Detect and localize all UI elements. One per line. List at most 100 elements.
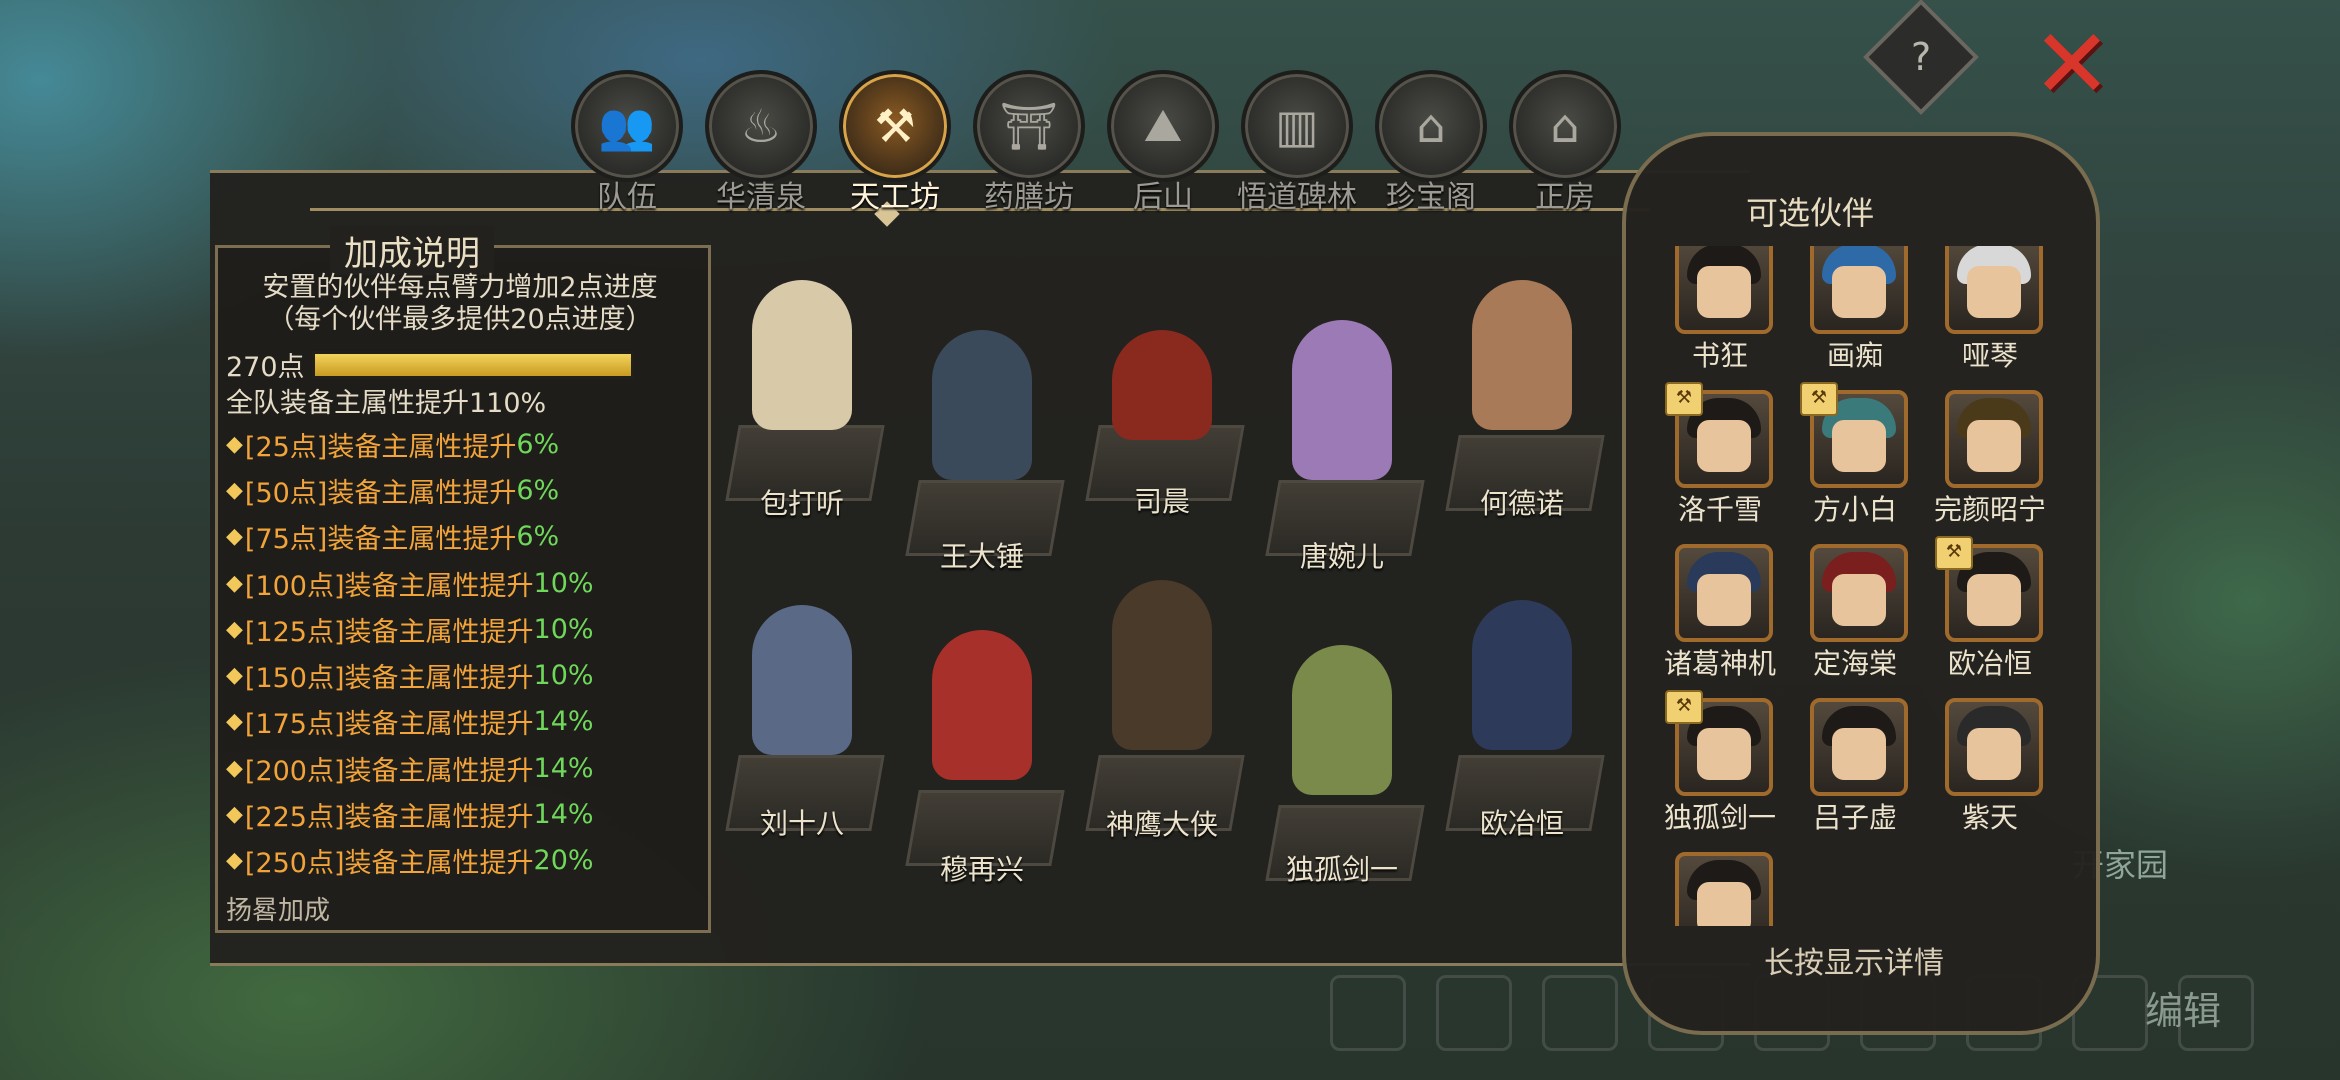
portrait-face [1832, 266, 1886, 318]
portrait-face [1967, 266, 2021, 318]
workshop-icon: ⚒ [839, 70, 951, 182]
tier-label: [175点]装备主属性提升 [244, 709, 534, 741]
tab-mountain[interactable]: ⛰ 后山 [1096, 70, 1230, 220]
character-sprite [1472, 600, 1572, 750]
tier-value: 10% [533, 567, 594, 599]
tier-value: 10% [533, 660, 594, 692]
tier-row: ◆ [50点]装备主属性提升 6% [226, 467, 594, 513]
portrait-face [1832, 728, 1886, 780]
partner-card[interactable]: 书狂 [1655, 246, 1785, 386]
partner-name: 定海棠 [1812, 647, 1897, 680]
portrait-face [1697, 266, 1751, 318]
partner-grid[interactable]: 书狂 画痴 哑琴 ⚒ 洛千雪 ⚒ 方小白 完颜昭宁 诸葛神机 定海棠 ⚒ 欧冶恒… [1645, 246, 2067, 926]
portrait-face [1697, 574, 1751, 626]
assigned-badge-icon: ⚒ [1935, 536, 1973, 570]
tier-value: 10% [533, 613, 594, 645]
partner-card[interactable]: ⚒ 欧冶恒 [1925, 536, 2055, 694]
tier-label: [125点]装备主属性提升 [244, 616, 534, 648]
tier-row: ◆ [100点]装备主属性提升 10% [226, 560, 594, 606]
blurred-slot [1542, 975, 1618, 1051]
blurred-slot [1436, 975, 1512, 1051]
partner-card[interactable]: 完颜昭宁 [1925, 390, 2055, 540]
slot-name: 司晨 [1133, 485, 1190, 518]
partner-card[interactable]: ⚒ 洛千雪 [1655, 382, 1785, 540]
partner-portrait [1810, 544, 1908, 642]
progress-fill [315, 354, 631, 376]
partner-name: 书狂 [1691, 339, 1748, 372]
portrait-face [1697, 882, 1751, 926]
workshop-slot[interactable]: 何德诺 [1432, 270, 1612, 520]
bonus-desc-line: （每个伙伴最多提供20点进度） [267, 304, 653, 335]
tab-label: 队伍 [597, 180, 657, 215]
portrait-face [1832, 420, 1886, 472]
partner-name: 完颜昭宁 [1933, 493, 2046, 526]
partner-card[interactable]: 紫天 [1925, 698, 2055, 848]
partner-portrait [1945, 390, 2043, 488]
partner-portrait [1810, 698, 1908, 796]
tab-spring[interactable]: ♨ 华清泉 [694, 70, 828, 220]
workshop-slot[interactable]: 包打听 [712, 260, 892, 520]
partner-card[interactable]: 哑琴 [1925, 246, 2055, 386]
diamond-icon: ◆ [226, 524, 243, 550]
workshop-slot[interactable]: 欧冶恒 [1432, 590, 1612, 840]
tier-value: 6% [516, 474, 560, 506]
workshop-slot[interactable]: 穆再兴 [892, 620, 1072, 886]
tab-treasure[interactable]: ⌂ 珍宝阁 [1364, 70, 1498, 220]
partner-portrait [1675, 852, 1773, 926]
partner-card[interactable]: ⚒ 独孤剑一 [1655, 690, 1785, 848]
partner-card[interactable]: ⚒ 方小白 [1790, 382, 1920, 540]
tier-value: 14% [533, 752, 594, 784]
tier-label: [100点]装备主属性提升 [244, 570, 534, 602]
partner-name: 独孤剑一 [1663, 801, 1776, 834]
tier-label: [25点]装备主属性提升 [244, 431, 517, 463]
assigned-badge-icon: ⚒ [1665, 382, 1703, 416]
tier-row: ◆ [225点]装备主属性提升 14% [226, 791, 594, 837]
bonus-description: 安置的伙伴每点臂力增加2点进度 （每个伙伴最多提供20点进度） [222, 272, 698, 336]
partner-name: 吕子虚 [1812, 801, 1897, 834]
tab-team[interactable]: 👥 队伍 [560, 70, 694, 220]
tier-row: ◆ [125点]装备主属性提升 10% [226, 606, 594, 652]
tier-row: ◆ [175点]装备主属性提升 14% [226, 699, 594, 745]
tab-label: 悟道碑林 [1237, 180, 1357, 215]
tab-stele[interactable]: ▥ 悟道碑林 [1230, 70, 1364, 220]
tab-label: 后山 [1133, 180, 1193, 215]
diamond-icon: ◆ [226, 477, 243, 503]
team-icon: 👥 [571, 70, 683, 182]
spring-icon: ♨ [705, 70, 817, 182]
portrait-face [1967, 728, 2021, 780]
workshop-slot[interactable]: 刘十八 [712, 590, 892, 840]
character-sprite [752, 605, 852, 755]
workshop-slot[interactable]: 司晨 [1072, 320, 1252, 520]
close-button[interactable]: ✕ [2030, 16, 2114, 112]
tier-label: [150点]装备主属性提升 [244, 663, 534, 695]
tab-house[interactable]: ⌂ 正房 [1498, 70, 1632, 220]
partner-card[interactable]: 诸葛神机 [1655, 544, 1785, 694]
partner-card[interactable]: 画痴 [1790, 246, 1920, 386]
partner-card[interactable]: 吕子虚 [1790, 698, 1920, 848]
tab-label: 正房 [1535, 180, 1595, 215]
portrait-face [1697, 728, 1751, 780]
tier-label: [75点]装备主属性提升 [244, 524, 517, 556]
workshop-slot[interactable]: 王大锤 [892, 310, 1072, 573]
tier-list: ◆ [25点]装备主属性提升 6% ◆ [50点]装备主属性提升 6% ◆ [75点]装备… [226, 421, 594, 884]
kitchen-icon: ⛩ [973, 70, 1085, 182]
partner-card[interactable]: 定海棠 [1790, 544, 1920, 694]
tier-label: [50点]装备主属性提升 [244, 477, 517, 509]
workshop-slot[interactable]: 唐婉儿 [1252, 310, 1432, 573]
character-sprite [1292, 645, 1392, 795]
edit-button[interactable]: 编辑 [2145, 980, 2221, 1035]
diamond-icon: ◆ [226, 848, 243, 874]
workshop-slot[interactable]: 独孤剑一 [1252, 640, 1432, 890]
tab-kitchen[interactable]: ⛩ 药膳坊 [962, 70, 1096, 220]
workshop-slot[interactable]: 神鹰大侠 [1072, 575, 1252, 841]
tier-label: [200点]装备主属性提升 [244, 755, 534, 787]
slot-name: 唐婉儿 [1299, 540, 1384, 573]
partner-card[interactable] [1655, 852, 1785, 926]
tab-workshop[interactable]: ⚒ 天工坊 [828, 70, 962, 220]
building-tabs: 👥 队伍 ♨ 华清泉 ⚒ 天工坊 ⛩ 药膳坊 ⛰ 后山 ▥ 悟道碑林 ⌂ 珍宝阁… [560, 70, 1632, 220]
tab-label: 华清泉 [716, 180, 806, 215]
question-icon: ? [1910, 34, 1932, 79]
tier-label: [250点]装备主属性提升 [244, 848, 534, 880]
tier-row: ◆ [150点]装备主属性提升 10% [226, 652, 594, 698]
rooster-sprite [1112, 330, 1212, 440]
